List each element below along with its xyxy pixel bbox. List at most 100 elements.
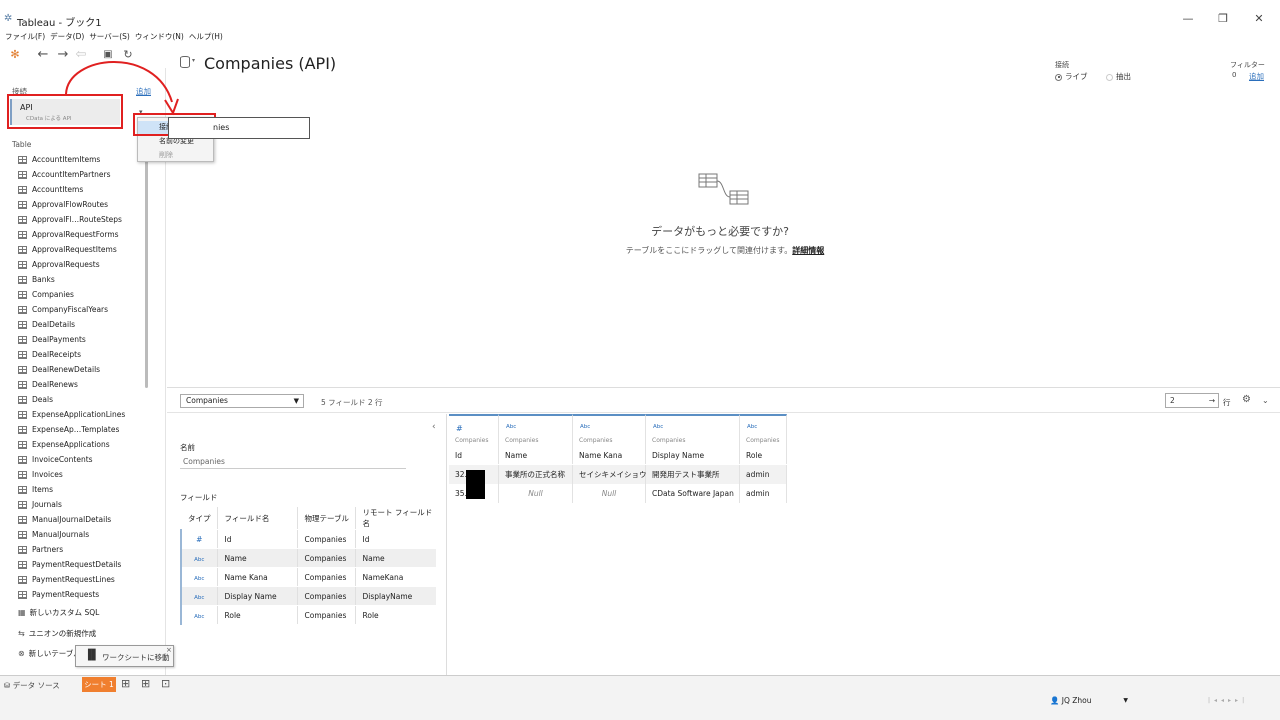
table-item[interactable]: ExpenseApplications <box>14 437 154 452</box>
table-item[interactable]: AccountItemItems <box>14 152 154 167</box>
goto-worksheet-tooltip[interactable]: ▐▌ ワークシートに移動 × <box>75 645 174 667</box>
custom-sql-item[interactable]: ▦ 新しいカスタム SQL <box>18 607 99 618</box>
col-field-name[interactable]: フィールド名 <box>217 507 298 530</box>
menu-file[interactable]: ファイル(F) <box>5 30 45 44</box>
field-row[interactable]: # Id Companies Id <box>180 529 436 549</box>
table-list-scrollbar[interactable] <box>145 152 148 388</box>
grid-column-header[interactable]: Abc Companies Display Name <box>646 414 740 464</box>
field-type-icon[interactable]: Abc <box>194 557 204 563</box>
field-row[interactable]: Abc Name Kana Companies NameKana <box>180 567 436 587</box>
column-type-icon[interactable]: Abc <box>653 424 663 430</box>
column-type-icon[interactable]: Abc <box>747 424 757 430</box>
sheet-tab-1[interactable]: シート 1 <box>82 677 116 692</box>
table-item[interactable]: Banks <box>14 272 154 287</box>
menu-window[interactable]: ウィンドウ(N) <box>135 30 184 44</box>
user-menu[interactable]: 👤 JQ Zhou ▼ <box>1050 694 1128 708</box>
field-name-cell[interactable]: Id <box>217 529 298 549</box>
column-type-icon[interactable]: # <box>456 424 463 433</box>
field-type-icon[interactable]: # <box>196 535 202 544</box>
table-item[interactable]: DealPayments <box>14 332 154 347</box>
grid-column-header[interactable]: Abc Companies Role <box>740 414 787 464</box>
field-type-icon[interactable]: Abc <box>194 576 204 582</box>
canvas-table-companies[interactable]: nies <box>168 117 310 139</box>
menu-help[interactable]: ヘルプ(H) <box>189 30 223 44</box>
table-item[interactable]: DealDetails <box>14 317 154 332</box>
datasource-dropdown-icon[interactable]: ▾ <box>192 57 195 64</box>
menu-delete[interactable]: 削除 <box>138 149 213 162</box>
close-button[interactable]: ✕ <box>1249 12 1269 26</box>
col-type[interactable]: タイプ <box>181 507 218 530</box>
field-name-cell[interactable]: Role <box>217 605 298 625</box>
column-type-icon[interactable]: Abc <box>580 424 590 430</box>
new-dashboard-icon[interactable]: ⊞ <box>141 677 150 690</box>
back-arrow-icon[interactable]: ← <box>36 48 50 62</box>
grid-column-header[interactable]: Abc Companies Name <box>499 414 573 464</box>
table-item[interactable]: ExpenseApplicationLines <box>14 407 154 422</box>
grid-cell[interactable]: CData Software Japan <box>646 484 740 503</box>
datasource-tab[interactable]: ⛁ データ ソース <box>4 680 60 691</box>
table-item[interactable]: ManualJournals <box>14 527 154 542</box>
grid-column-header[interactable]: # Companies Id <box>449 414 499 464</box>
table-item[interactable]: ApprovalRequests <box>14 257 154 272</box>
field-row[interactable]: Abc Name Companies Name <box>180 548 436 568</box>
arrow-right-icon[interactable]: → <box>1209 394 1215 407</box>
field-row[interactable]: Abc Role Companies Role <box>180 605 436 625</box>
new-union-item[interactable]: ⇆ ユニオンの新規作成 <box>18 628 96 639</box>
extract-radio[interactable]: 抽出 <box>1106 71 1131 82</box>
live-radio[interactable]: ライブ <box>1055 71 1088 82</box>
table-item[interactable]: AccountItemPartners <box>14 167 154 182</box>
sheet-nav-arrows-icon[interactable]: |◂◂▸▸| <box>1208 697 1248 704</box>
close-icon[interactable]: × <box>166 646 172 654</box>
field-type-icon[interactable]: Abc <box>194 595 204 601</box>
table-item[interactable]: ApprovalRequestItems <box>14 242 154 257</box>
table-item[interactable]: Partners <box>14 542 154 557</box>
grid-cell[interactable]: 事業所の正式名称 <box>499 465 573 484</box>
table-item[interactable]: CompanyFiscalYears <box>14 302 154 317</box>
new-worksheet-icon[interactable]: ⊞ <box>121 677 130 690</box>
tableau-start-icon[interactable]: ✻ <box>8 48 22 62</box>
field-name-cell[interactable]: Display Name <box>217 586 298 606</box>
grid-cell[interactable]: Null <box>499 484 573 503</box>
collapse-left-icon[interactable]: ‹ <box>432 422 436 432</box>
grid-cell[interactable]: Null <box>573 484 646 503</box>
table-item[interactable]: Items <box>14 482 154 497</box>
details-link[interactable]: 詳細情報 <box>792 246 824 255</box>
minimize-button[interactable]: — <box>1178 12 1198 26</box>
table-item[interactable]: ExpenseAp…Templates <box>14 422 154 437</box>
table-item[interactable]: DealRenewDetails <box>14 362 154 377</box>
field-row[interactable]: Abc Display Name Companies DisplayName <box>180 586 436 606</box>
field-type-icon[interactable]: Abc <box>194 614 204 620</box>
rows-input[interactable]: 2 → <box>1165 393 1219 408</box>
field-name-cell[interactable]: Name <box>217 548 298 568</box>
table-item[interactable]: ApprovalFl…RouteSteps <box>14 212 154 227</box>
table-item[interactable]: Journals <box>14 497 154 512</box>
grid-column-header[interactable]: Abc Companies Name Kana <box>573 414 646 464</box>
menu-server[interactable]: サーバー(S) <box>89 30 130 44</box>
table-select[interactable]: Companies ▼ <box>180 394 304 408</box>
table-item[interactable]: InvoiceContents <box>14 452 154 467</box>
grid-cell[interactable]: admin <box>740 465 787 484</box>
maximize-button[interactable]: ❐ <box>1213 12 1233 26</box>
table-item[interactable]: Invoices <box>14 467 154 482</box>
add-filter-link[interactable]: 追加 <box>1249 71 1264 82</box>
new-table-item[interactable]: ⊗ 新しいテーブル <box>18 648 81 659</box>
table-item[interactable]: AccountItems <box>14 182 154 197</box>
column-type-icon[interactable]: Abc <box>506 424 516 430</box>
grid-cell[interactable]: 開発用テスト事業所 <box>646 465 740 484</box>
table-item[interactable]: DealRenews <box>14 377 154 392</box>
grid-cell[interactable]: セイシキメイショウ <box>573 465 647 484</box>
collapse-chevron-icon[interactable]: ⌄ <box>1262 396 1269 405</box>
grid-cell[interactable]: admin <box>740 484 787 503</box>
datasource-title[interactable]: Companies (API) <box>204 54 336 73</box>
table-item[interactable]: Companies <box>14 287 154 302</box>
gear-icon[interactable]: ⚙ <box>1242 394 1251 405</box>
menu-data[interactable]: データ(D) <box>50 30 84 44</box>
table-item[interactable]: PaymentRequestLines <box>14 572 154 587</box>
name-field[interactable]: Companies <box>180 455 406 469</box>
field-name-cell[interactable]: Name Kana <box>217 567 298 587</box>
table-item[interactable]: Deals <box>14 392 154 407</box>
new-story-icon[interactable]: ⊡ <box>161 677 170 690</box>
col-remote-field[interactable]: リモート フィールド名 <box>355 507 436 530</box>
table-item[interactable]: ApprovalRequestForms <box>14 227 154 242</box>
table-item[interactable]: ManualJournalDetails <box>14 512 154 527</box>
